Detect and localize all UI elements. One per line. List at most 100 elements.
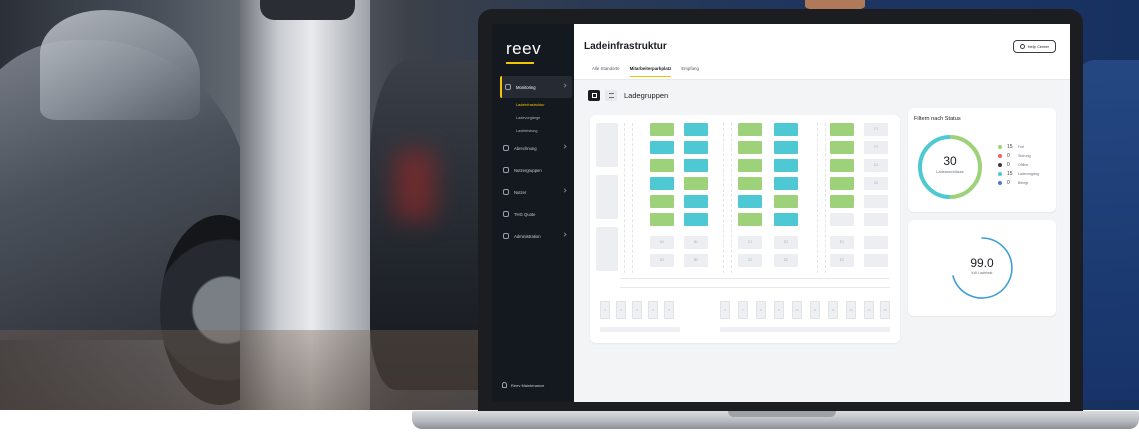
help-center-button[interactable]: Help Center xyxy=(1012,40,1056,53)
charging-slot-free[interactable] xyxy=(684,177,708,190)
grid-view-toggle[interactable] xyxy=(588,90,600,101)
sidebar-item-nutzergruppen[interactable]: Nutzergruppen xyxy=(500,159,572,181)
charging-slot-free[interactable] xyxy=(830,141,854,154)
charging-slot-free[interactable] xyxy=(650,213,674,226)
grid-icon xyxy=(591,93,597,98)
sidebar-item-thg-quote[interactable]: THG Quote xyxy=(500,203,572,225)
parking-slot[interactable]: E2 xyxy=(830,254,854,267)
parking-slot[interactable] xyxy=(864,236,888,249)
bottom-parking-slot[interactable]: 11 xyxy=(810,301,820,319)
status-filter-free[interactable]: 15 Frei xyxy=(998,142,1039,151)
parking-slot[interactable]: C1 xyxy=(738,236,762,249)
parking-slot[interactable]: C2 xyxy=(738,254,762,267)
account-menu[interactable]: Reev Maintenance xyxy=(502,382,544,388)
charging-slot-free[interactable] xyxy=(830,195,854,208)
charging-slot-free[interactable] xyxy=(830,159,854,172)
tab-empfang[interactable]: Empfang xyxy=(681,66,699,76)
charging-slot-free[interactable] xyxy=(830,177,854,190)
lane-line xyxy=(620,278,890,279)
charging-slot-free[interactable] xyxy=(738,159,762,172)
charging-slot-free[interactable] xyxy=(650,195,674,208)
parking-slot[interactable] xyxy=(864,254,888,267)
status-dot xyxy=(998,180,1002,185)
bottom-parking-slot[interactable]: 1 xyxy=(600,301,610,319)
status-filter-stoerung[interactable]: 0 Störung xyxy=(998,151,1039,160)
parking-area xyxy=(596,175,618,219)
laptop-screen: reev Monitoring Ladeinfrastruktur Ladevo… xyxy=(492,24,1070,402)
bottom-parking-slot[interactable]: 13 xyxy=(846,301,856,319)
sidebar-sub-ladeinfrastruktur[interactable]: Ladeinfrastruktur xyxy=(500,98,572,111)
status-filter-belegt[interactable]: 0 Belegt xyxy=(998,178,1039,187)
parking-slot[interactable] xyxy=(864,195,888,208)
bottom-parking-slot[interactable]: 10 xyxy=(792,301,802,319)
slot-label: 15 xyxy=(883,308,887,312)
charging-slot-charging[interactable] xyxy=(774,213,798,226)
charging-slot-charging[interactable] xyxy=(684,159,708,172)
charging-slot-charging[interactable] xyxy=(684,123,708,136)
sidebar-item-monitoring[interactable]: Monitoring xyxy=(500,76,572,98)
bottom-parking-slot[interactable]: 4 xyxy=(648,301,658,319)
charging-slot-free[interactable] xyxy=(650,159,674,172)
charging-slot-charging[interactable] xyxy=(774,123,798,136)
charging-slot-free[interactable] xyxy=(738,213,762,226)
sidebar-item-administration[interactable]: Administration xyxy=(500,225,572,247)
status-label: Ladevorgang xyxy=(1018,171,1039,176)
status-filter-ladevorgang[interactable]: 15 Ladevorgang xyxy=(998,169,1039,178)
tab-mitarbeiterparkplatz[interactable]: Mitarbeiterparkplatz xyxy=(629,66,671,77)
bottom-parking-slot[interactable]: 6 xyxy=(720,301,730,319)
bottom-parking-slot[interactable]: 12 xyxy=(828,301,838,319)
sidebar-sub-ladevorgaenge[interactable]: Ladevorgänge xyxy=(500,111,572,124)
settings-icon xyxy=(503,233,509,239)
charging-slot-free[interactable] xyxy=(738,123,762,136)
charging-slot-charging[interactable] xyxy=(774,159,798,172)
charging-slot-charging[interactable] xyxy=(684,141,708,154)
parking-slot[interactable]: E1 xyxy=(830,236,854,249)
sidebar-sub-ladeleistung[interactable]: Ladeleistung xyxy=(500,124,572,137)
page-title: Ladeinfrastruktur xyxy=(584,41,667,52)
charging-slot-free[interactable] xyxy=(774,195,798,208)
bottom-parking-slot[interactable]: 15 xyxy=(880,301,890,319)
slot-label: 1 xyxy=(604,308,606,312)
sidebar-item-abrechnung[interactable]: Abrechnung xyxy=(500,137,572,159)
parking-slot[interactable]: F2 xyxy=(864,141,888,154)
bottom-parking-slot[interactable]: 14 xyxy=(864,301,874,319)
charging-slot-free[interactable] xyxy=(650,123,674,136)
parking-slot[interactable]: D1 xyxy=(774,236,798,249)
bottom-parking-slot[interactable]: 8 xyxy=(756,301,766,319)
parking-slot[interactable]: B1 xyxy=(684,236,708,249)
lane-divider xyxy=(723,123,724,273)
charging-slot-free[interactable] xyxy=(830,123,854,136)
sidebar-item-nutzer[interactable]: Nutzer xyxy=(500,181,572,203)
slot-label: 5 xyxy=(668,308,670,312)
parking-slot[interactable]: A2 xyxy=(650,254,674,267)
slot-label: F1 xyxy=(874,127,878,131)
charging-slot-charging[interactable] xyxy=(684,195,708,208)
charging-slot-charging[interactable] xyxy=(738,195,762,208)
parking-slot[interactable]: F1 xyxy=(864,123,888,136)
parking-slot[interactable]: B2 xyxy=(684,254,708,267)
parking-slot[interactable]: G2 xyxy=(864,177,888,190)
parking-slot[interactable]: A1 xyxy=(650,236,674,249)
bottom-parking-slot[interactable]: 2 xyxy=(616,301,626,319)
parking-slot[interactable]: G1 xyxy=(864,159,888,172)
bottom-parking-slot[interactable]: 3 xyxy=(632,301,642,319)
slot-label: D2 xyxy=(783,258,789,262)
status-filter-offline[interactable]: 0 Offline xyxy=(998,160,1039,169)
charging-slot-charging[interactable] xyxy=(684,213,708,226)
gauge-icon xyxy=(505,84,511,90)
bottom-parking-slot[interactable]: 7 xyxy=(738,301,748,319)
parking-slot[interactable] xyxy=(864,213,888,226)
charging-slot-charging[interactable] xyxy=(650,177,674,190)
charging-slot-free[interactable] xyxy=(738,177,762,190)
bottom-parking-slot[interactable]: 5 xyxy=(664,301,674,319)
charging-slot-charging[interactable] xyxy=(774,177,798,190)
charging-slot-charging[interactable] xyxy=(650,141,674,154)
header: Ladeinfrastruktur Help Center Alle Stand… xyxy=(574,24,1070,80)
charging-slot-free[interactable] xyxy=(738,141,762,154)
parking-slot[interactable]: D2 xyxy=(774,254,798,267)
list-view-toggle[interactable] xyxy=(605,90,617,101)
bottom-parking-slot[interactable]: 9 xyxy=(774,301,784,319)
tab-alle-standorte[interactable]: Alle Standorte xyxy=(592,66,620,76)
charging-slot-charging[interactable] xyxy=(774,141,798,154)
parking-slot[interactable] xyxy=(830,213,854,226)
